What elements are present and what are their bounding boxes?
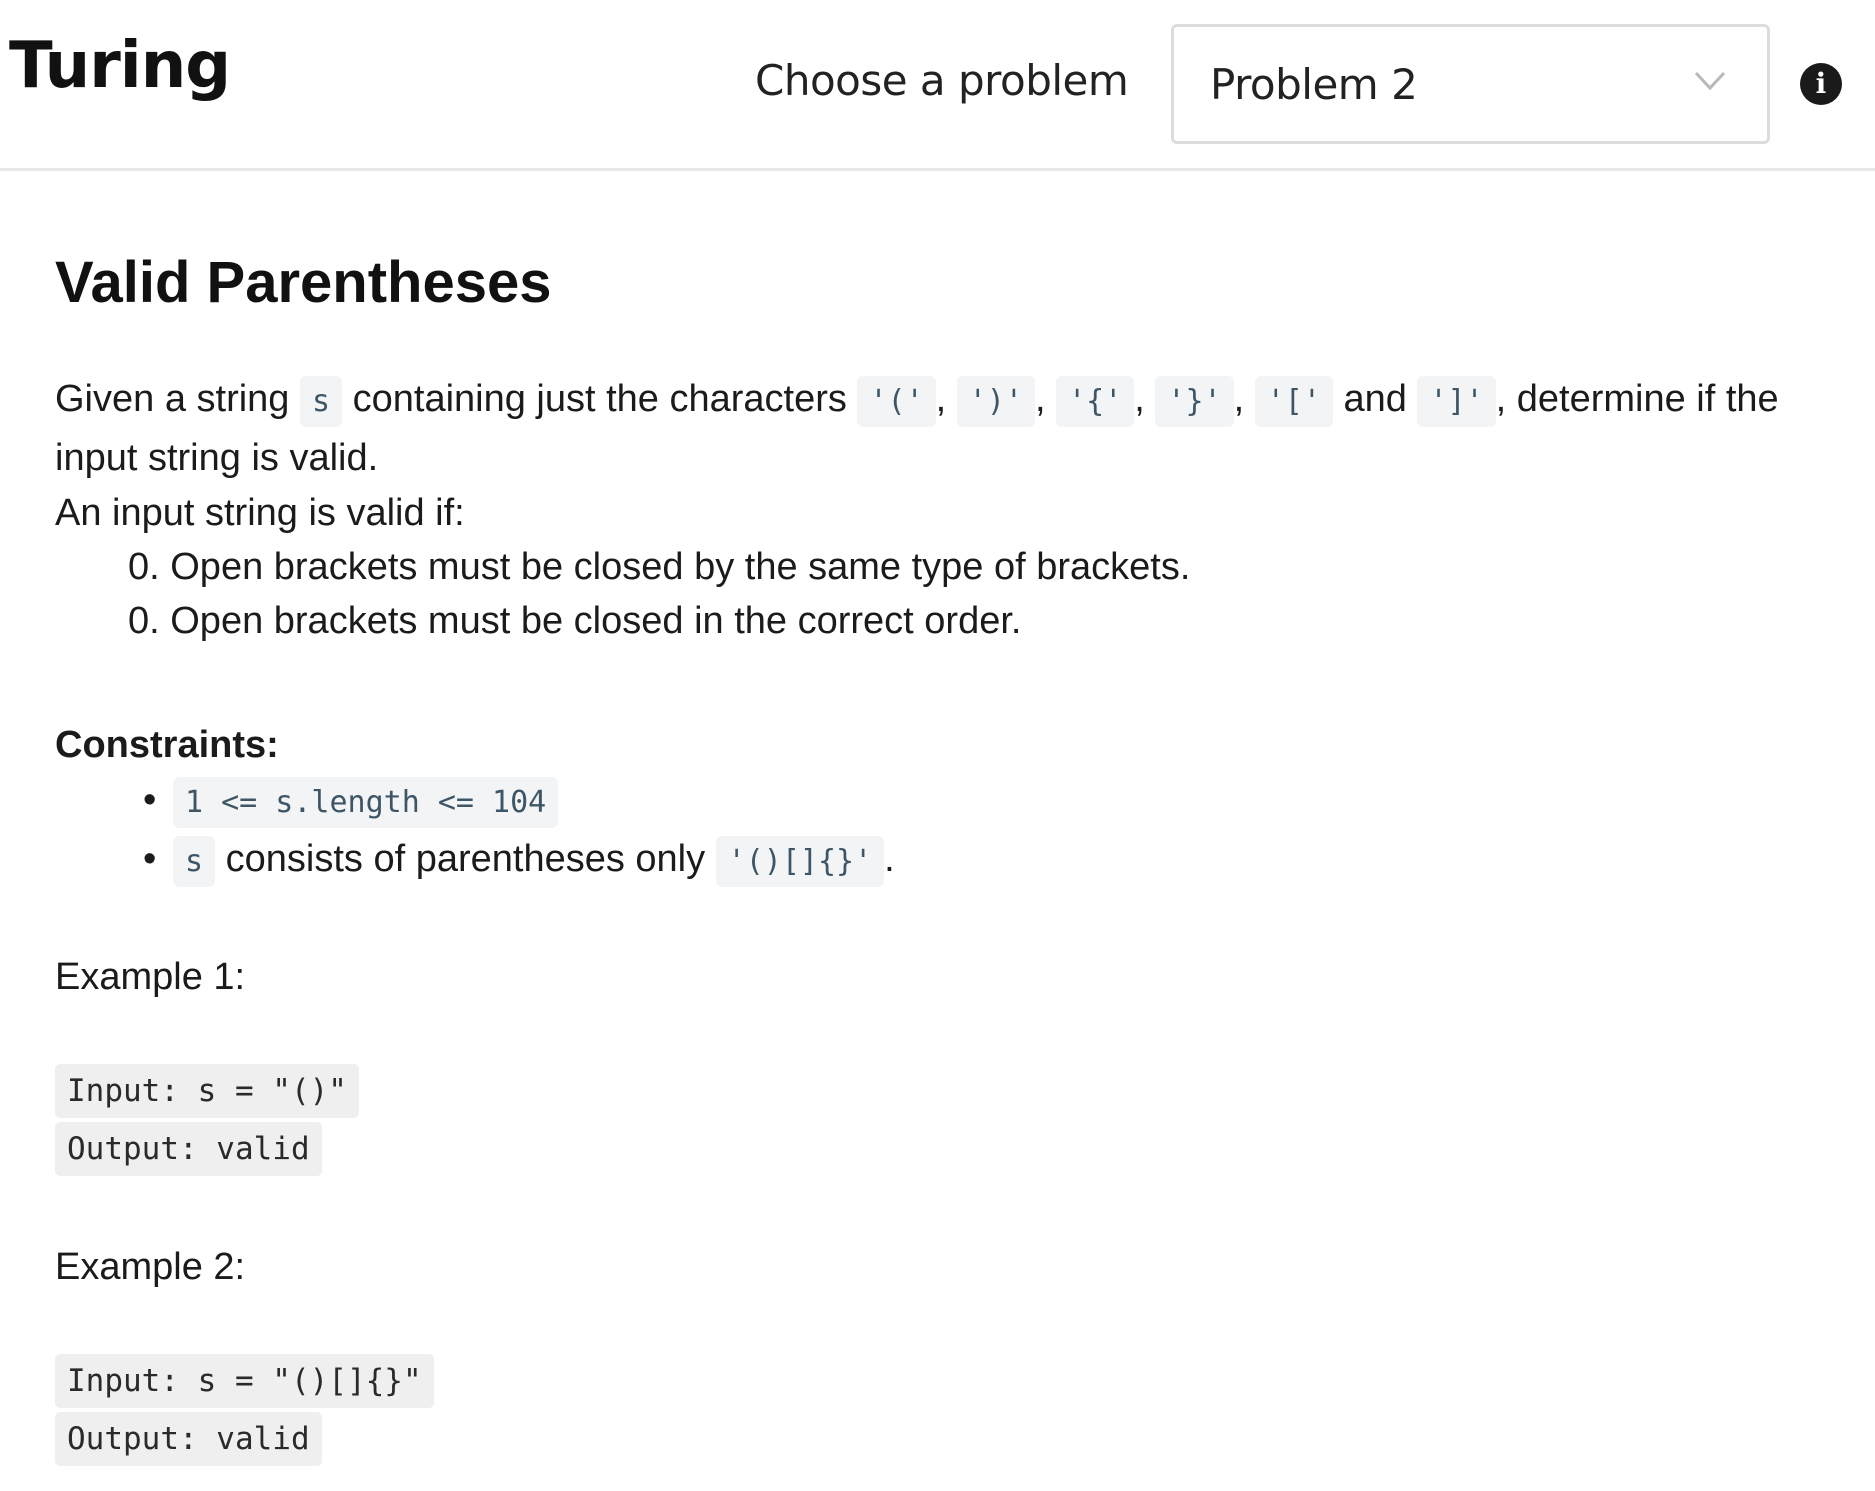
problem-select[interactable]: Problem 2 <box>1171 24 1770 144</box>
chevron-down-icon <box>1694 71 1726 91</box>
example-input: Input: s = "()" <box>55 1063 359 1118</box>
constraint-item: • s consists of parentheses only '()[]{}'… <box>143 831 1835 890</box>
inline-code: '()[]{}' <box>715 835 885 887</box>
example-input: Input: s = "()[]{}" <box>55 1353 434 1408</box>
problem-intro: Given a string s containing just the cha… <box>55 371 1835 486</box>
valid-if-text: An input string is valid if: <box>55 491 465 534</box>
inline-code: '{' <box>1056 375 1135 427</box>
intro-text: , <box>1134 377 1156 420</box>
inline-code: ')' <box>956 375 1035 427</box>
constraints-list: • 1 <= s.length <= 104 • s consists of par… <box>55 772 1835 890</box>
inline-code: ']' <box>1417 375 1496 427</box>
constraint-text: consists of parentheses only <box>215 837 716 880</box>
example-code-block: Input: s = "()[]{}" Output: valid <box>55 1353 1835 1470</box>
constraint-text: . <box>884 837 895 880</box>
inline-code: '[' <box>1254 375 1333 427</box>
intro-text: , <box>935 377 957 420</box>
intro-text: containing just the characters <box>342 377 858 420</box>
intro-text: , <box>1233 377 1255 420</box>
example-code-block: Input: s = "()" Output: valid <box>55 1063 1835 1180</box>
bullet-icon: • <box>143 837 157 880</box>
example-title: Example 2: <box>55 1245 246 1288</box>
inline-code: '(' <box>857 375 936 427</box>
info-icon[interactable]: i <box>1800 63 1842 105</box>
example-title: Example 1: <box>55 955 246 998</box>
example-output: Output: valid <box>55 1411 322 1466</box>
bullet-icon: • <box>143 778 157 821</box>
problem-description: Valid Parentheses Given a string s conta… <box>55 250 1835 1470</box>
intro-text: and <box>1332 377 1418 420</box>
choose-problem-label: Choose a problem <box>755 56 1129 105</box>
rule-item: 0. Open brackets must be closed in the c… <box>128 599 1022 642</box>
rule-item: 0. Open brackets must be closed by the s… <box>128 545 1191 588</box>
problem-select-value: Problem 2 <box>1210 60 1418 109</box>
problem-title: Valid Parentheses <box>55 250 552 315</box>
constraint-item: • 1 <= s.length <= 104 <box>143 772 1835 831</box>
constraints-heading: Constraints: <box>55 723 279 766</box>
inline-code: s <box>300 375 343 427</box>
intro-text: , <box>1034 377 1057 420</box>
intro-text: Given a string <box>55 377 300 420</box>
inline-code: 1 <= s.length <= 104 <box>173 776 559 828</box>
brand-logo[interactable]: Turing <box>9 34 231 98</box>
inline-code: '}' <box>1155 375 1234 427</box>
rules-list: 0. Open brackets must be closed by the s… <box>55 540 1835 648</box>
inline-code: s <box>173 835 216 887</box>
app-header: Turing Choose a problem Problem 2 i <box>0 0 1875 171</box>
example-output: Output: valid <box>55 1121 322 1176</box>
